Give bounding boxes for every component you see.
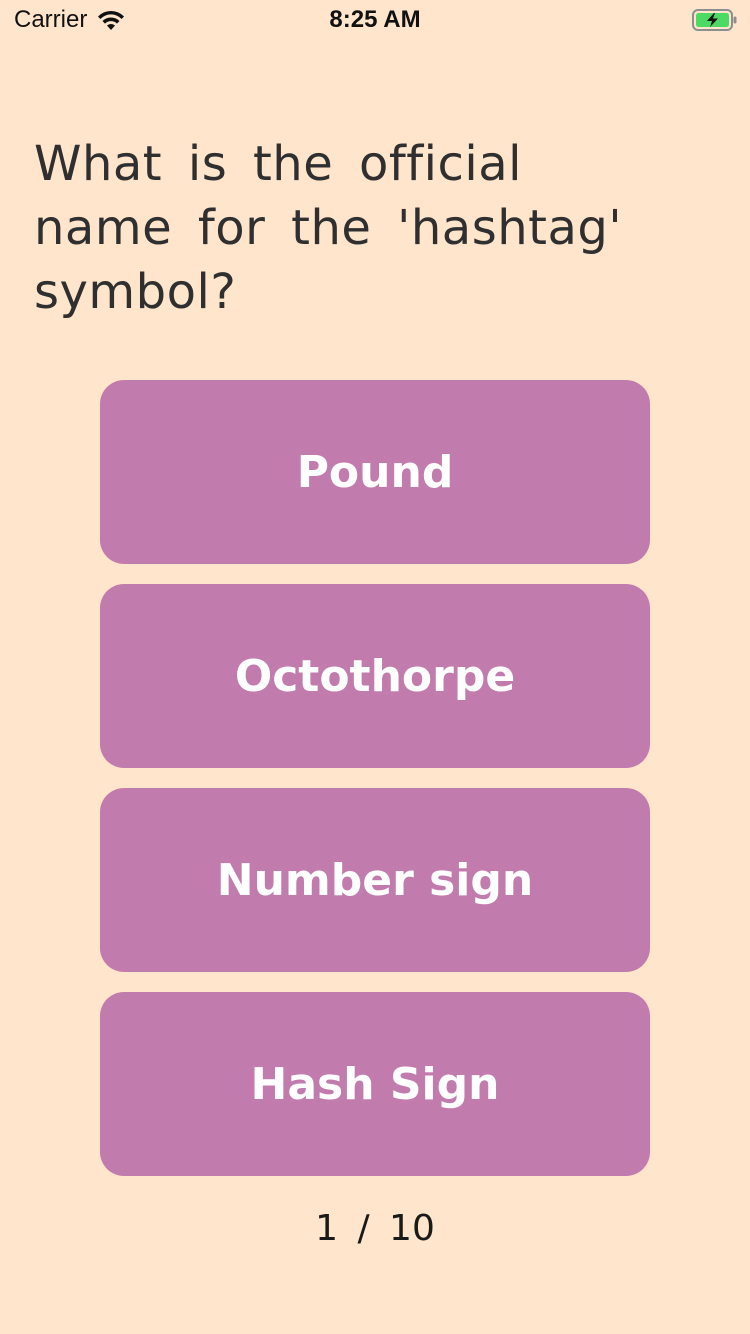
status-bar: Carrier 8:25 AM <box>0 0 750 40</box>
answer-button-number-sign[interactable]: Number sign <box>100 788 650 972</box>
answer-button-pound[interactable]: Pound <box>100 380 650 564</box>
answer-list: Pound Octothorpe Number sign Hash Sign <box>100 380 650 1196</box>
question-text: What is the official name for the 'hasht… <box>34 136 623 320</box>
status-time: 8:25 AM <box>329 6 421 33</box>
question-progress: 1 / 10 <box>315 1208 435 1249</box>
battery-charging-icon <box>692 9 737 31</box>
answer-button-octothorpe[interactable]: Octothorpe <box>100 584 650 768</box>
answer-button-hash-sign[interactable]: Hash Sign <box>100 992 650 1176</box>
